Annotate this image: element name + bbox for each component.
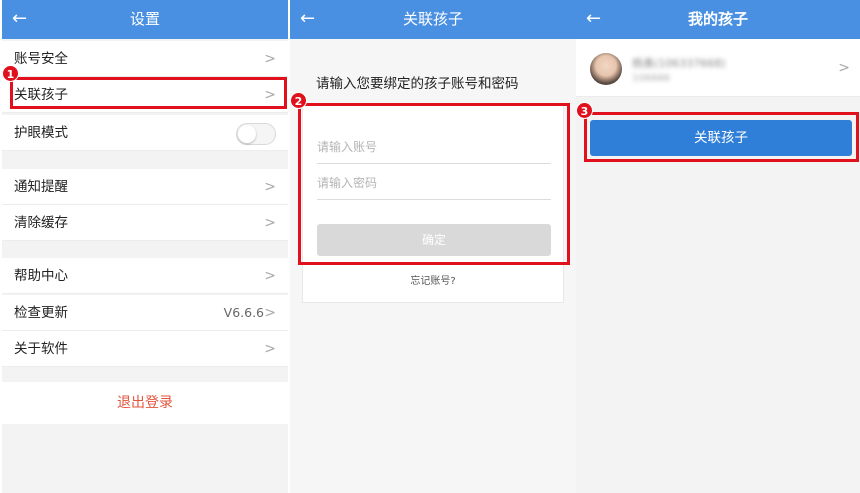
settings-item-label: 关于软件 bbox=[14, 341, 68, 357]
child-subtext: 106666 bbox=[632, 73, 671, 84]
page-title: 关联孩子 bbox=[402, 10, 463, 28]
step-1-highlight bbox=[10, 77, 287, 109]
settings-item-check-update[interactable]: 检查更新 V6.6.6 > bbox=[2, 295, 288, 331]
my-child-header: ← 我的孩子 bbox=[576, 0, 860, 39]
settings-item-about[interactable]: 关于软件 > bbox=[2, 331, 288, 367]
chevron-right-icon: > bbox=[264, 215, 276, 231]
version-text: V6.6.6 bbox=[223, 305, 264, 320]
child-list-item[interactable]: 杨勇(106337668) 106666 > bbox=[576, 39, 860, 97]
step-1-badge: 1 bbox=[2, 65, 19, 82]
chevron-right-icon: > bbox=[264, 341, 276, 357]
settings-item-notifications[interactable]: 通知提醒 > bbox=[2, 169, 288, 205]
tutorial-screenshot: ← 设置 账号安全 > 关联孩子 > 护眼模式 通知提醒 > 清除缓存 > 帮助… bbox=[0, 0, 860, 493]
chevron-right-icon: > bbox=[264, 305, 276, 321]
settings-item-label: 清除缓存 bbox=[14, 215, 68, 231]
settings-item-clear-cache[interactable]: 清除缓存 > bbox=[2, 205, 288, 241]
settings-item-label: 检查更新 bbox=[14, 305, 68, 321]
eye-mode-toggle[interactable] bbox=[236, 123, 276, 145]
settings-item-eye-mode: 护眼模式 bbox=[2, 115, 288, 151]
settings-item-account-security[interactable]: 账号安全 > bbox=[2, 41, 288, 77]
settings-header: ← 设置 bbox=[2, 0, 288, 39]
my-child-screen: ← 我的孩子 杨勇(106337668) 106666 > 关联孩子 3 bbox=[576, 0, 860, 493]
logout-button[interactable]: 退出登录 bbox=[2, 382, 288, 424]
step-2-badge: 2 bbox=[290, 92, 307, 109]
settings-item-label: 护眼模式 bbox=[14, 125, 68, 141]
chevron-right-icon: > bbox=[264, 51, 276, 67]
link-instruction: 请输入您要绑定的孩子账号和密码 bbox=[316, 76, 519, 92]
settings-screen: ← 设置 账号安全 > 关联孩子 > 护眼模式 通知提醒 > 清除缓存 > 帮助… bbox=[2, 0, 288, 493]
toggle-knob bbox=[238, 125, 256, 143]
step-3-highlight bbox=[584, 112, 859, 162]
chevron-right-icon: > bbox=[264, 179, 276, 195]
page-title: 设置 bbox=[129, 10, 160, 28]
page-title: 我的孩子 bbox=[687, 10, 748, 28]
chevron-right-icon: > bbox=[838, 60, 850, 76]
settings-item-help-center[interactable]: 帮助中心 > bbox=[2, 258, 288, 294]
forgot-account-link[interactable]: 忘记账号? bbox=[303, 272, 563, 287]
link-child-screen: ← 关联孩子 请输入您要绑定的孩子账号和密码 请输入账号 请输入密码 确定 忘记… bbox=[290, 0, 576, 493]
step-2-highlight bbox=[298, 103, 570, 265]
avatar bbox=[590, 53, 622, 85]
settings-item-label: 账号安全 bbox=[14, 51, 68, 67]
step-3-badge: 3 bbox=[576, 102, 593, 119]
link-child-header: ← 关联孩子 bbox=[290, 0, 576, 39]
settings-item-label: 通知提醒 bbox=[14, 179, 68, 195]
chevron-right-icon: > bbox=[264, 268, 276, 284]
settings-item-label: 帮助中心 bbox=[14, 268, 68, 284]
child-name: 杨勇(106337668) bbox=[632, 57, 726, 70]
